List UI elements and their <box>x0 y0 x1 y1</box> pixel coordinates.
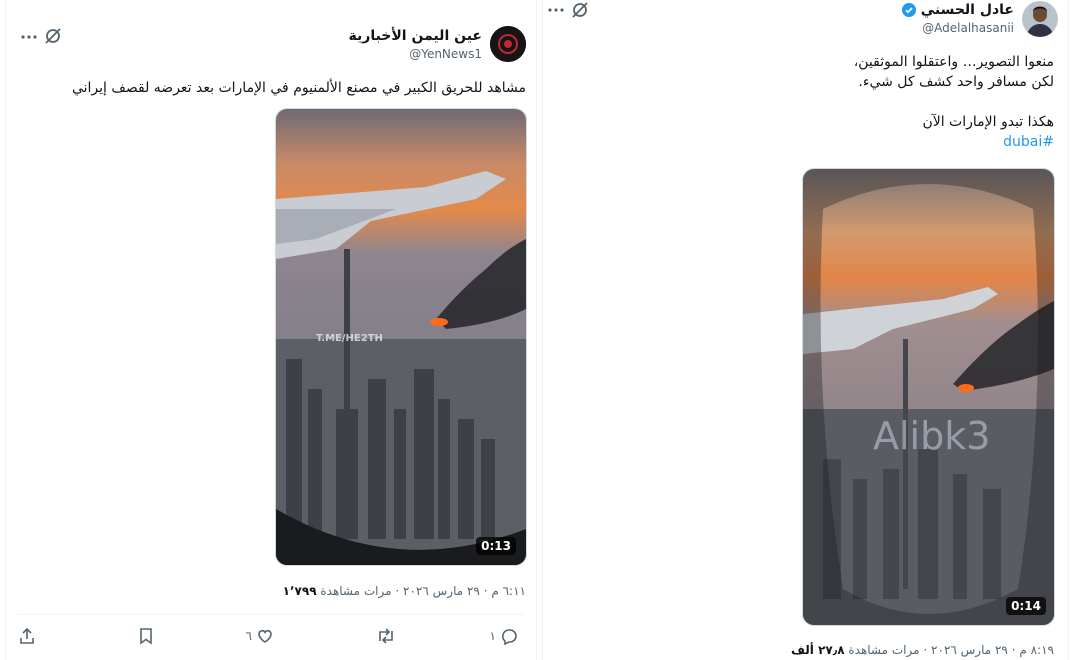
text-line: منعوا التصوير… واعتقلوا الموثقين، <box>853 54 1054 70</box>
tweet-header: عين اليمن الأخبارية @YenNews1 <box>6 0 536 62</box>
tweet-video[interactable]: Alibk3 0:14 <box>802 168 1055 626</box>
author-name[interactable]: عادل الحسني <box>921 2 1014 18</box>
tweet-card-left[interactable]: عين اليمن الأخبارية @YenNews1 مشاهد للحر… <box>5 0 537 660</box>
tweet-meta: ٨:١٩ م · ٢٩ مارس ٢٠٢٦ · مرات مشاهدة ٢٧٫٨… <box>791 643 1054 657</box>
video-duration: 0:14 <box>1006 597 1046 615</box>
tweet-card-right[interactable]: عادل الحسني @Adelalhasanii منعوا التصوير… <box>542 0 1069 660</box>
views-label: مرات مشاهدة <box>848 643 920 657</box>
more-icon[interactable] <box>20 28 38 50</box>
bookmark-icon <box>140 628 152 645</box>
bookmark-button[interactable] <box>138 627 154 645</box>
tweet-date[interactable]: ٢٩ مارس ٢٠٢٦ <box>931 643 1008 657</box>
author-name-row: عادل الحسني <box>901 2 1014 18</box>
tweet-time[interactable]: ٦:١١ م <box>491 584 526 598</box>
like-count: ٦ <box>245 629 252 643</box>
video-thumbnail: Alibk3 <box>803 169 1054 625</box>
video-watermark: Alibk3 <box>873 414 990 458</box>
video-watermark: T.ME/HE2TH <box>316 333 383 344</box>
separator: · <box>923 643 928 657</box>
avatar[interactable] <box>1022 1 1058 37</box>
tweet-video[interactable]: T.ME/HE2TH 0:13 <box>275 108 527 566</box>
video-thumbnail: T.ME/HE2TH <box>276 109 526 565</box>
separator: · <box>395 584 400 598</box>
hashtag-link[interactable]: #dubai <box>574 132 1054 152</box>
share-icon <box>20 627 34 644</box>
video-duration: 0:13 <box>476 537 516 555</box>
tweet-text: منعوا التصوير… واعتقلوا الموثقين، لكن مس… <box>574 52 1054 152</box>
author-handle[interactable]: @Adelalhasanii <box>922 21 1014 35</box>
repost-icon <box>379 628 393 644</box>
avatar[interactable] <box>490 26 526 62</box>
views-count: ١٬٧٩٩ <box>282 584 317 598</box>
tweet-text: مشاهد للحريق الكبير في مصنع الألمنيوم في… <box>71 80 526 96</box>
text-line: هكذا تبدو الإمارات الآن <box>922 114 1054 130</box>
text-line: لكن مسافر واحد كشف كل شيء. <box>858 74 1054 90</box>
tweet-time[interactable]: ٨:١٩ م <box>1019 643 1054 657</box>
reply-count: ١ <box>489 629 496 643</box>
verified-icon <box>901 3 916 17</box>
share-button[interactable] <box>18 627 36 645</box>
repost-button[interactable] <box>376 627 396 645</box>
grok-icon[interactable] <box>571 1 589 23</box>
tweet-date[interactable]: ٢٩ مارس ٢٠٢٦ <box>403 584 480 598</box>
author-name[interactable]: عين اليمن الأخبارية <box>349 28 482 44</box>
more-icon[interactable] <box>547 1 565 23</box>
grok-icon[interactable] <box>44 27 62 49</box>
reply-button[interactable]: ١ <box>490 627 518 645</box>
author-handle[interactable]: @YenNews1 <box>409 47 482 61</box>
views-count: ٢٧٫٨ ألف <box>790 643 845 657</box>
tweet-header: عادل الحسني @Adelalhasanii <box>543 0 1068 60</box>
separator: · <box>1011 643 1016 657</box>
like-button[interactable]: ٦ <box>246 627 274 645</box>
action-bar: ١ ٦ <box>18 614 524 651</box>
reply-icon <box>502 629 517 645</box>
views-label: مرات مشاهدة <box>320 584 392 598</box>
separator: · <box>483 584 488 598</box>
like-icon <box>258 630 272 643</box>
tweet-meta: ٦:١١ م · ٢٩ مارس ٢٠٢٦ · مرات مشاهدة ١٬٧٩… <box>283 584 526 598</box>
